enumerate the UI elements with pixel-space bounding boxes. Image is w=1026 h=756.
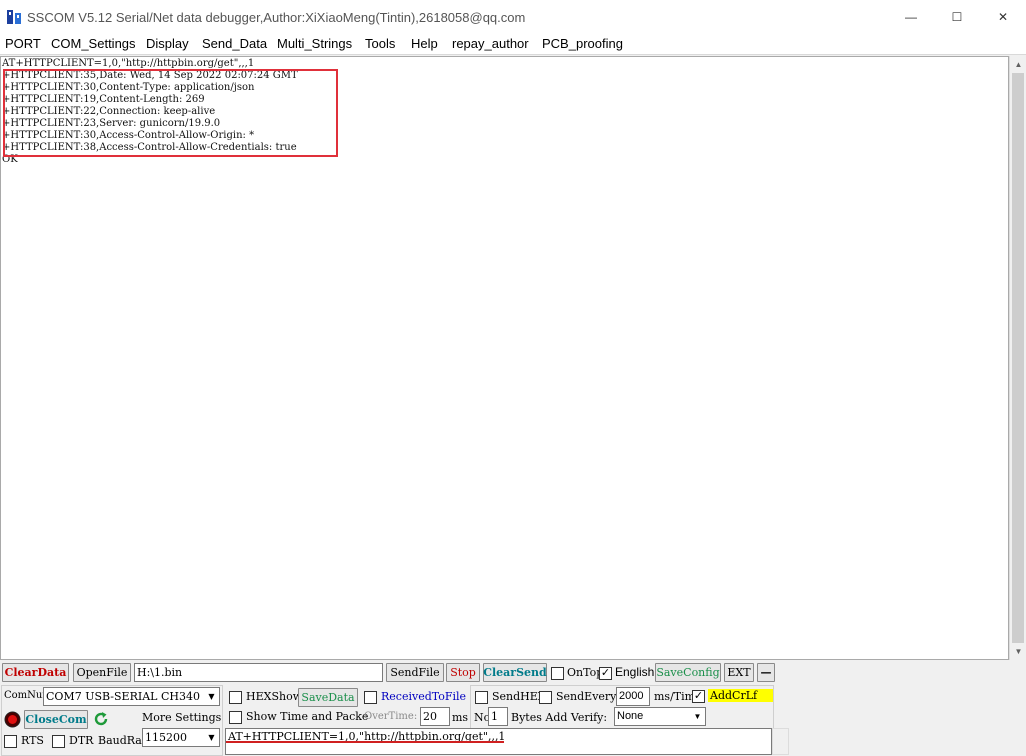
response-highlight-box — [3, 69, 338, 157]
menu-bar: PORT COM_Settings Display Send_Data Mult… — [0, 33, 1026, 55]
rts-label: RTS — [21, 734, 44, 747]
menu-send-data[interactable]: Send_Data — [202, 36, 267, 51]
menu-tools[interactable]: Tools — [365, 36, 395, 51]
rts-checkbox[interactable] — [4, 735, 17, 748]
hex-show-checkbox[interactable] — [229, 691, 242, 704]
ext-button[interactable]: EXT — [724, 663, 754, 682]
menu-port[interactable]: PORT — [5, 36, 41, 51]
send-text-scrollbar[interactable] — [772, 728, 789, 755]
send-every-label: SendEvery: — [556, 690, 621, 703]
scroll-thumb[interactable] — [1012, 73, 1024, 643]
received-to-file-label: ReceivedToFile — [381, 690, 467, 703]
close-com-button[interactable]: CloseCom — [24, 710, 88, 729]
com-port-select[interactable]: COM7 USB-SERIAL CH340 ▼ — [43, 687, 220, 706]
send-interval-input[interactable]: 2000 — [616, 687, 650, 706]
verify-label: Bytes Add Verify: — [511, 711, 608, 724]
refresh-icon[interactable] — [92, 710, 110, 728]
overtime-unit-label: ms — [452, 711, 469, 724]
menu-com-settings[interactable]: COM_Settings — [51, 36, 136, 51]
on-top-label: OnTop — [567, 666, 604, 679]
title-bar: SSCOM V5.12 Serial/Net data debugger,Aut… — [0, 0, 1026, 33]
scroll-down-icon[interactable]: ▼ — [1010, 643, 1026, 660]
on-top-checkbox[interactable] — [551, 667, 564, 680]
english-label: English — [615, 665, 655, 679]
menu-multi-strings[interactable]: Multi_Strings — [277, 36, 352, 51]
com-port-value: COM7 USB-SERIAL CH340 — [46, 690, 200, 703]
control-panel: ClearData OpenFile H:\1.bin SendFile Sto… — [0, 660, 1026, 756]
chevron-down-icon: ▼ — [208, 733, 215, 742]
show-time-label: Show Time and Packe — [246, 710, 369, 723]
clear-send-button[interactable]: ClearSend — [483, 663, 547, 682]
open-file-button[interactable]: OpenFile — [73, 663, 131, 682]
send-file-button[interactable]: SendFile — [386, 663, 444, 682]
sscom-app-icon — [7, 10, 21, 24]
overtime-label: OverTime: — [364, 711, 418, 722]
chevron-down-icon: ▼ — [693, 712, 702, 721]
send-interval-unit: ms/Tim — [654, 690, 696, 703]
file-path-input[interactable]: H:\1.bin — [134, 663, 383, 682]
dtr-label: DTR — [69, 734, 94, 747]
menu-pcb-proofing[interactable]: PCB_proofing — [542, 36, 623, 51]
send-text-underline — [226, 741, 504, 743]
stop-button[interactable]: Stop — [446, 663, 480, 682]
more-settings-label[interactable]: More Settings — [142, 711, 221, 724]
send-hex-label: SendHEX — [492, 690, 546, 703]
show-time-checkbox[interactable] — [229, 711, 242, 724]
collapse-button[interactable]: — — [757, 663, 775, 682]
minimize-button[interactable]: — — [888, 0, 934, 33]
english-checkbox[interactable]: ✓ — [599, 667, 612, 680]
menu-repay-author[interactable]: repay_author — [452, 36, 529, 51]
baud-rate-label: BaudRat — [98, 734, 147, 747]
menu-help[interactable]: Help — [411, 36, 438, 51]
baud-rate-select[interactable]: 115200 ▼ — [142, 728, 220, 747]
baud-rate-value: 115200 — [145, 731, 187, 744]
receive-area[interactable]: AT+HTTPCLIENT=1,0,"http://httpbin.org/ge… — [0, 56, 1009, 660]
save-config-button[interactable]: SaveConfig — [655, 663, 721, 682]
dtr-checkbox[interactable] — [52, 735, 65, 748]
maximize-button[interactable]: ☐ — [934, 0, 980, 33]
overtime-input[interactable]: 20 — [420, 707, 450, 726]
minimize-icon: — — [905, 9, 917, 24]
receive-scrollbar[interactable]: ▲ ▼ — [1009, 56, 1026, 660]
maximize-icon: ☐ — [951, 9, 963, 24]
scroll-up-icon[interactable]: ▲ — [1010, 56, 1026, 73]
received-to-file-checkbox[interactable] — [364, 691, 377, 704]
window-title: SSCOM V5.12 Serial/Net data debugger,Aut… — [27, 10, 526, 25]
chevron-down-icon: ▼ — [208, 692, 215, 701]
hex-show-label: HEXShow — [246, 690, 303, 703]
add-crlf-checkbox[interactable]: ✓ — [692, 690, 705, 703]
close-button[interactable]: ✕ — [980, 0, 1026, 33]
verify-select[interactable]: None ▼ — [614, 707, 706, 726]
menu-display[interactable]: Display — [146, 36, 189, 51]
verify-value: None — [617, 710, 644, 722]
send-every-checkbox[interactable] — [539, 691, 552, 704]
send-hex-checkbox[interactable] — [475, 691, 488, 704]
close-icon: ✕ — [997, 9, 1009, 24]
port-status-icon — [4, 711, 21, 728]
add-crlf-label: AddCrLf — [708, 689, 774, 702]
clear-data-button[interactable]: ClearData — [2, 663, 69, 682]
verify-bytes-input[interactable]: 1 — [488, 707, 508, 726]
save-data-button[interactable]: SaveData — [298, 688, 358, 707]
